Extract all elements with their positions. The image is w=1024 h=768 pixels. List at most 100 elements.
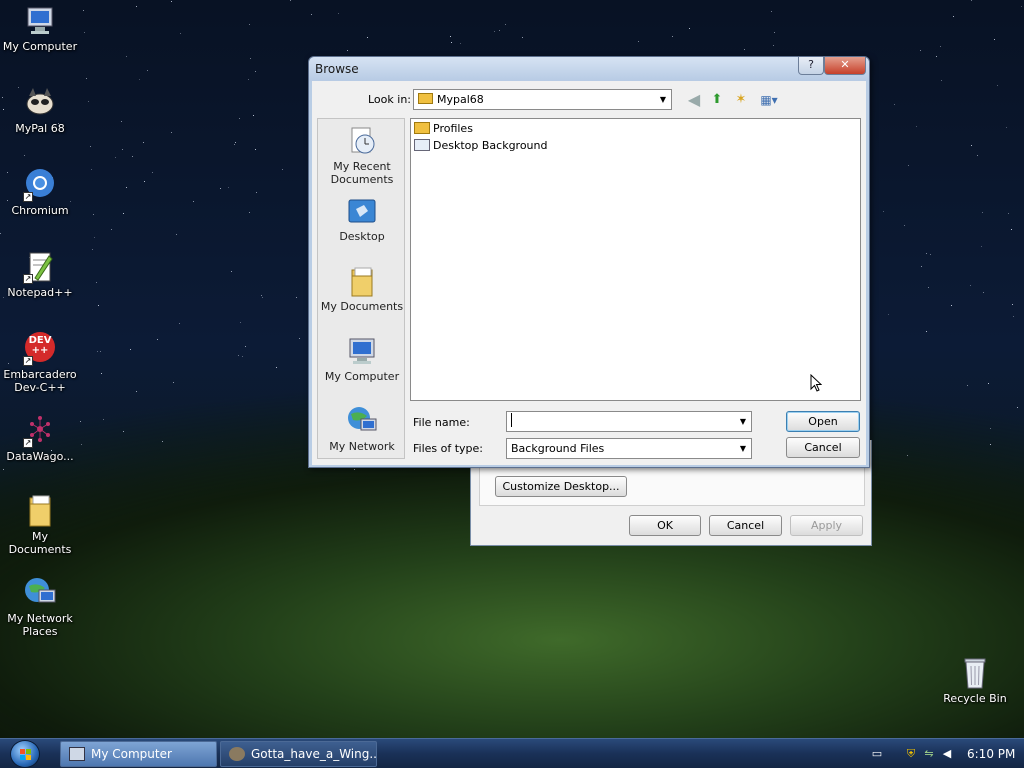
star <box>130 349 131 350</box>
file-name-label: File name: <box>413 416 470 429</box>
new-folder-icon[interactable]: ✶ <box>732 91 750 109</box>
desktop-icon-notepad-plus-plus[interactable]: ↗ Notepad++ <box>1 250 79 299</box>
view-menu-icon[interactable]: ▦▾ <box>756 91 782 109</box>
star <box>255 149 256 150</box>
star <box>988 383 989 384</box>
desktop-icon-dev-cpp[interactable]: DEV ++ ↗ Embarcadero Dev-C++ <box>1 332 79 394</box>
start-button[interactable] <box>10 740 40 768</box>
star <box>883 211 884 212</box>
places-bar: My Recent Documents Desktop My Documents… <box>317 118 405 459</box>
network-status-icon[interactable]: ⇋ <box>922 747 936 761</box>
star <box>347 50 348 51</box>
star <box>907 455 908 456</box>
desktop-icon-label: Recycle Bin <box>943 692 1007 705</box>
star <box>255 71 256 72</box>
star <box>970 285 971 286</box>
star <box>179 323 180 324</box>
place-label: My Computer <box>324 370 400 383</box>
place-my-computer[interactable]: My Computer <box>318 335 406 383</box>
security-shield-icon[interactable]: ⛨ <box>904 747 918 761</box>
volume-icon[interactable]: ◀ <box>940 747 954 761</box>
star <box>115 157 116 158</box>
star <box>967 385 968 386</box>
shortcut-file-icon <box>414 139 430 151</box>
cancel-button[interactable]: Cancel <box>709 515 782 536</box>
desktop-icon-chromium[interactable]: ↗ Chromium <box>1 168 79 217</box>
taskbar: My Computer Gotta_have_a_Wing... ▭ ⛨ ⇋ ◀… <box>0 738 1024 768</box>
star <box>282 169 283 170</box>
star <box>126 187 127 188</box>
place-my-network[interactable]: My Network <box>318 405 406 453</box>
close-button[interactable]: ✕ <box>824 57 866 75</box>
star <box>1012 304 1013 305</box>
files-of-type-select[interactable]: Background Files ▼ <box>506 438 752 459</box>
list-item[interactable]: Desktop Background <box>414 138 548 154</box>
ok-button[interactable]: OK <box>629 515 701 536</box>
star <box>1017 407 1018 408</box>
star <box>971 0 972 1</box>
star <box>176 234 177 235</box>
star <box>92 249 93 250</box>
star <box>126 56 127 57</box>
star <box>103 419 104 420</box>
star <box>231 271 232 272</box>
star <box>689 28 690 29</box>
desktop-icon <box>346 195 378 227</box>
star <box>450 36 451 37</box>
look-in-combo[interactable]: Mypal68 ▼ <box>413 89 672 110</box>
star <box>96 282 97 283</box>
up-folder-icon[interactable]: ⬆ <box>708 91 726 109</box>
file-name-combo[interactable]: ▼ <box>506 411 752 432</box>
keyboard-icon[interactable]: ▭ <box>870 747 884 761</box>
desktop-icon-recycle-bin[interactable]: Recycle Bin <box>936 656 1014 705</box>
desktop-icon-datawagon[interactable]: ↗ DataWago... <box>1 414 79 463</box>
apply-button[interactable]: Apply <box>790 515 863 536</box>
star <box>904 225 905 226</box>
star <box>928 287 929 288</box>
star <box>460 43 461 44</box>
star <box>926 253 927 254</box>
back-icon[interactable]: ◀ <box>685 91 703 109</box>
shortcut-arrow-icon: ↗ <box>23 192 33 202</box>
star <box>894 104 895 105</box>
network-places-icon <box>23 576 57 610</box>
star <box>24 155 25 156</box>
place-desktop[interactable]: Desktop <box>318 195 406 243</box>
clock[interactable]: 6:10 PM <box>967 747 1015 761</box>
star <box>499 30 500 31</box>
open-button[interactable]: Open <box>786 411 860 432</box>
file-name-input[interactable] <box>511 413 513 427</box>
desktop-icon-mypal[interactable]: MyPal 68 <box>1 86 79 135</box>
place-my-documents[interactable]: My Documents <box>318 265 406 313</box>
star <box>921 266 922 267</box>
star <box>977 155 978 156</box>
star <box>367 37 368 38</box>
star <box>90 146 91 147</box>
star <box>132 156 133 157</box>
browse-dialog: Browse ? ✕ Look in: Mypal68 ▼ ◀ ⬆ ✶ ▦▾ M… <box>308 56 870 468</box>
desktop-icon-my-documents[interactable]: My Documents <box>1 494 79 556</box>
list-item[interactable]: Profiles <box>414 121 473 137</box>
star <box>522 37 523 38</box>
star <box>982 212 983 213</box>
desktop-icon-label: Chromium <box>11 204 69 217</box>
desktop-icon-network-places[interactable]: My Network Places <box>1 576 79 638</box>
star <box>228 187 229 188</box>
browse-titlebar[interactable]: Browse ? ✕ <box>309 57 869 81</box>
file-list[interactable]: Profiles Desktop Background <box>410 118 861 401</box>
help-button[interactable]: ? <box>798 57 824 75</box>
cancel-button[interactable]: Cancel <box>786 437 860 458</box>
star <box>249 212 250 213</box>
task-wing-window[interactable]: Gotta_have_a_Wing... <box>220 741 377 767</box>
star <box>3 469 4 470</box>
star <box>152 172 153 173</box>
browse-title: Browse <box>315 62 359 76</box>
star <box>171 1 172 2</box>
star <box>245 346 246 347</box>
customize-desktop-button[interactable]: Customize Desktop... <box>495 476 627 497</box>
datawagon-icon: ↗ <box>23 414 57 448</box>
desktop-icon-label: My Documents <box>8 530 72 556</box>
place-recent-documents[interactable]: My Recent Documents <box>318 125 406 186</box>
desktop-icon-my-computer[interactable]: My Computer <box>1 4 79 53</box>
task-my-computer[interactable]: My Computer <box>60 741 217 767</box>
